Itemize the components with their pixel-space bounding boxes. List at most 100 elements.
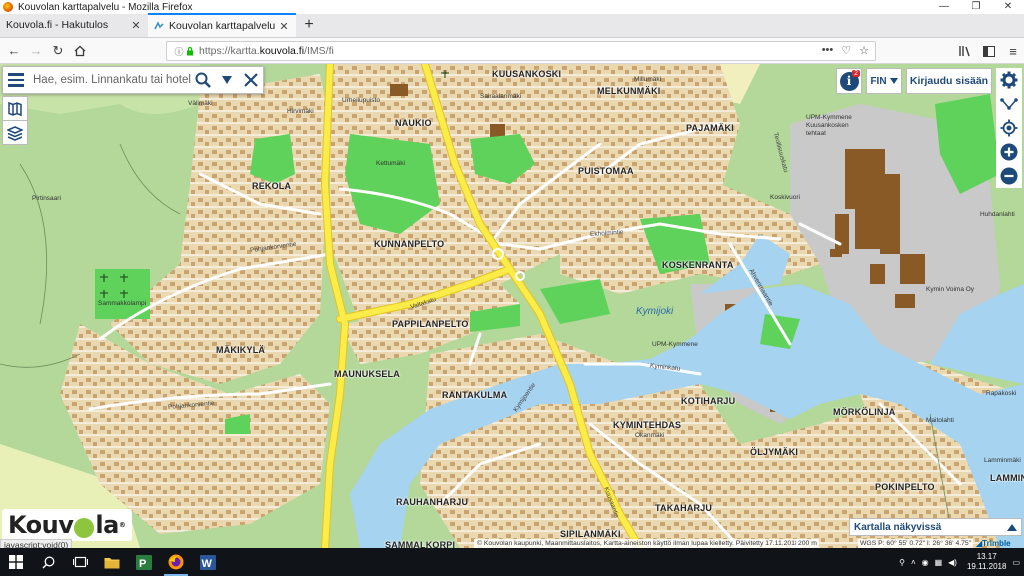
project-app-button[interactable]: P <box>128 548 160 576</box>
tab-close-icon[interactable]: ✕ <box>130 19 142 32</box>
open-menu-button[interactable]: ≡ <box>1002 40 1024 62</box>
library-button[interactable] <box>954 40 976 62</box>
minimize-button[interactable]: — <box>928 0 960 14</box>
home-button[interactable] <box>69 40 91 62</box>
place-takaharju: TAKAHARJU <box>655 503 713 513</box>
task-view-icon <box>72 556 88 568</box>
tab-close-icon[interactable]: ✕ <box>278 20 290 33</box>
folder-icon <box>104 557 120 568</box>
language-selector[interactable]: FIN <box>866 68 902 94</box>
back-button[interactable]: ← <box>3 40 25 62</box>
copyright-text: © Kouvolan kaupunki, Maanmittauslaitos, … <box>474 539 802 548</box>
place-oljymaki: ÖLJYMÄKI <box>750 447 799 457</box>
coordinate-readout: WGS P: 60° 55' 0.72" I: 26° 36' 4.75" <box>858 539 974 548</box>
place-kyminteh: KYMINTEHDAS <box>613 420 682 430</box>
file-explorer-button[interactable] <box>96 548 128 576</box>
label-rapakoski: Rapakoski <box>986 390 1017 397</box>
place-makikyla: MÄKIKYLÄ <box>216 345 266 355</box>
chevron-up-icon <box>1007 523 1017 531</box>
people-icon[interactable]: ⚲ <box>899 558 905 567</box>
background-map-button[interactable] <box>2 120 28 145</box>
zoom-in-button[interactable] <box>996 140 1022 164</box>
label-kymin-voima: Kymin Voima Oy <box>926 286 975 293</box>
plus-icon <box>1000 143 1018 161</box>
settings-button[interactable] <box>996 68 1022 92</box>
task-view-button[interactable] <box>64 548 96 576</box>
close-icon <box>244 73 258 87</box>
network-icon[interactable]: ▦ <box>935 558 943 567</box>
maximize-button[interactable]: ❐ <box>960 0 992 14</box>
info-circle-icon[interactable]: ⓘ <box>173 45 185 57</box>
place-melkunmaki: MELKUNMÄKI <box>597 86 661 96</box>
info-button[interactable]: i 2 <box>836 68 862 94</box>
notifications-icon[interactable]: ▭ <box>1012 558 1020 567</box>
clock[interactable]: 13.17 19.11.2018 <box>967 552 1006 572</box>
book-map-icon <box>8 101 22 116</box>
firefox-taskbar-button[interactable] <box>160 548 192 576</box>
clear-search-button[interactable] <box>239 67 263 93</box>
label-okanmaki: Okanmäki <box>635 432 665 439</box>
search-input[interactable] <box>29 69 191 91</box>
taskbar-search-button[interactable] <box>32 548 64 576</box>
map-favicon-icon <box>154 21 164 30</box>
label-hirvimaki: Hirvimäki <box>287 108 314 115</box>
url-actions: ••• ♡ ☆ <box>822 44 869 57</box>
tab-karttapalvelu[interactable]: Kouvolan karttapalvelu ✕ <box>148 13 296 37</box>
label-koskivuori: Koskivuori <box>770 194 800 201</box>
visible-on-map-label: Kartalla näkyvissä <box>854 521 942 533</box>
bookmark-star-icon[interactable]: ☆ <box>859 44 869 57</box>
label-lamminmaki: Lamminmäki <box>984 457 1021 464</box>
locate-button[interactable] <box>996 116 1022 140</box>
search-options-button[interactable] <box>215 67 239 93</box>
url-bar[interactable]: ⓘ https://kartta. kouvola.fi/IMS/fi ••• ♡… <box>166 41 876 61</box>
clock-time: 13.17 <box>976 552 997 561</box>
firefox-logo-icon <box>3 2 13 12</box>
system-tray: ⚲ ˄ ◉ ▦ ◀) 13.17 19.11.2018 ▭ <box>899 548 1020 576</box>
svg-text:P: P <box>139 558 146 570</box>
search-button[interactable] <box>191 67 215 93</box>
label-pirtinsaari: Pirtinsaari <box>32 195 61 202</box>
logo-registered-mark: ® <box>118 521 126 529</box>
show-hidden-icons-icon[interactable]: ˄ <box>911 558 916 567</box>
logo-text-end: la <box>95 511 119 539</box>
measure-button[interactable] <box>996 92 1022 116</box>
close-window-button[interactable]: ✕ <box>992 0 1024 14</box>
trimble-logo: ◢Trimble <box>976 539 1011 548</box>
login-button[interactable]: Kirjaudu sisään <box>906 68 992 94</box>
volume-icon[interactable]: ◀) <box>948 558 957 567</box>
minus-icon <box>1000 167 1018 185</box>
tray-app-icon[interactable]: ◉ <box>922 558 929 567</box>
logo-text-start: Kouv <box>8 511 74 539</box>
visible-on-map-button[interactable]: Kartalla näkyvissä <box>849 518 1022 536</box>
place-kuusankoski: KUUSANKOSKI <box>492 69 562 79</box>
url-path: /IMS/fi <box>304 45 334 57</box>
pocket-icon[interactable]: ♡ <box>841 44 851 57</box>
page-actions-icon[interactable]: ••• <box>822 44 834 57</box>
notification-badge: 2 <box>852 70 860 77</box>
windows-taskbar: P W ⚲ ˄ ◉ ▦ ◀) 13.17 19.11.2018 ▭ <box>0 548 1024 576</box>
reload-button[interactable]: ↻ <box>47 40 69 62</box>
window-titlebar: Kouvolan karttapalvelu - Mozilla Firefox… <box>0 0 1024 14</box>
gear-icon <box>1000 71 1018 89</box>
map-base-svg <box>0 64 1024 548</box>
map-layers-button[interactable] <box>2 96 28 121</box>
hamburger-menu-icon[interactable] <box>3 67 29 93</box>
river-label: Kymijoki <box>636 306 674 317</box>
word-icon: W <box>200 554 216 570</box>
forward-button[interactable]: → <box>25 40 47 62</box>
tab-kouvola-hakutulos[interactable]: Kouvola.fi - Hakutulos ✕ <box>0 13 148 37</box>
sidebar-button[interactable] <box>978 40 1000 62</box>
label-millumaki: Millumäki <box>634 76 662 83</box>
search-icon <box>42 556 54 568</box>
place-pappilanpelto: PAPPILANPELTO <box>392 319 469 329</box>
start-button[interactable] <box>0 548 32 576</box>
new-tab-button[interactable]: + <box>296 13 322 37</box>
project-icon: P <box>136 554 152 570</box>
word-app-button[interactable]: W <box>192 548 224 576</box>
map-canvas[interactable]: KUUSANKOSKI MELKUNMÄKI NAUKIO PAJAMÄKI P… <box>0 64 1024 548</box>
label-huhdanlahti: Huhdanlahti <box>980 211 1015 218</box>
tab-label: Kouvola.fi - Hakutulos <box>6 19 109 31</box>
zoom-out-button[interactable] <box>996 164 1022 188</box>
chevron-down-icon <box>889 78 898 84</box>
url-prefix: https://kartta. <box>199 45 260 57</box>
